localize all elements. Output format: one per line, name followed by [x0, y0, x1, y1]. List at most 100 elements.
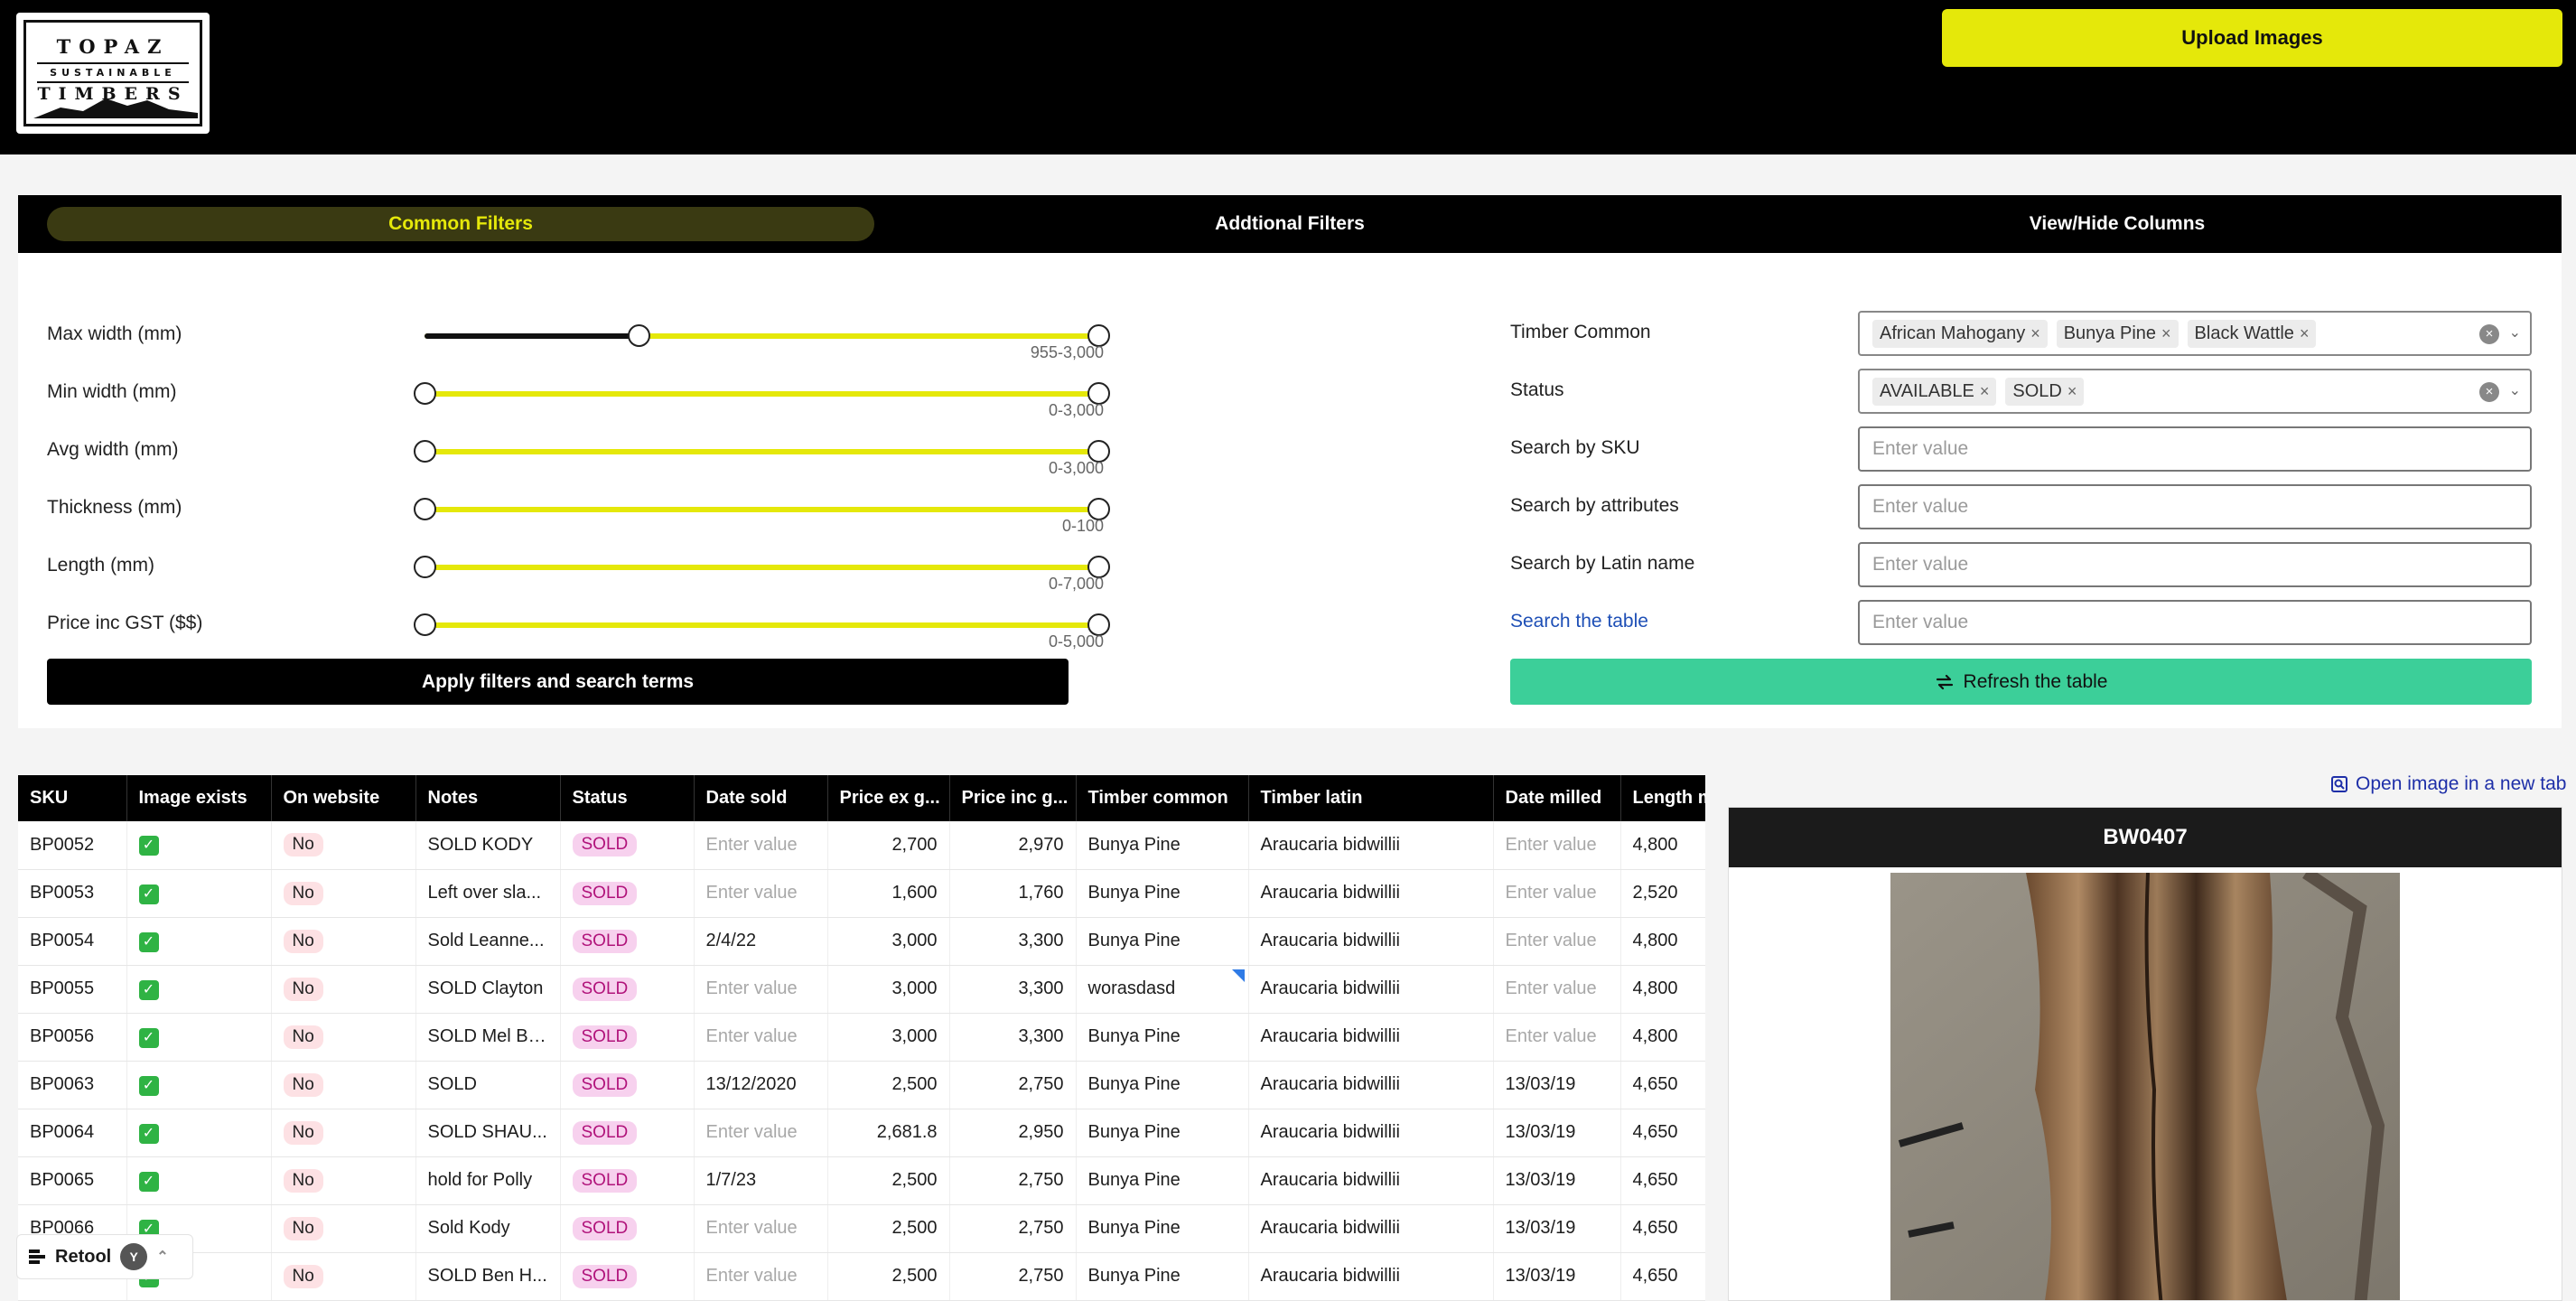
table-row[interactable]: ✓NoSOLD Ben H...SOLDEnter value2,5002,75… [18, 1252, 1705, 1301]
cell-date-milled[interactable]: 13/03/19 [1493, 1061, 1621, 1109]
cell-date-sold[interactable]: Enter value [694, 1204, 828, 1253]
cell-timber-latin[interactable]: Araucaria bidwillii [1248, 1109, 1494, 1157]
column-header[interactable]: Timber latin [1248, 775, 1494, 821]
cell-sku[interactable]: BP0055 [18, 965, 127, 1014]
cell-length[interactable]: 4,650 [1620, 1109, 1705, 1157]
chip-remove-icon[interactable]: × [2030, 324, 2040, 343]
cell-date-sold[interactable]: Enter value [694, 1109, 828, 1157]
cell-date-sold[interactable]: Enter value [694, 965, 828, 1014]
cell-date-sold[interactable]: Enter value [694, 1013, 828, 1062]
column-header[interactable]: On website [271, 775, 416, 821]
cell-timber-common[interactable]: Bunya Pine [1076, 917, 1249, 966]
attributes-search-input[interactable] [1872, 496, 2530, 518]
cell-length[interactable]: 2,520 [1620, 869, 1705, 918]
cell-notes[interactable]: SOLD KODY [415, 821, 561, 870]
cell-length[interactable]: 4,800 [1620, 1013, 1705, 1062]
cell-price-ex[interactable]: 1,600 [827, 869, 950, 918]
slider-min-handle[interactable] [414, 613, 436, 636]
cell-notes[interactable]: SOLD SHAU... [415, 1109, 561, 1157]
cell-sku[interactable]: BP0053 [18, 869, 127, 918]
cell-timber-common[interactable]: worasdasd [1076, 965, 1249, 1014]
slider-min-handle[interactable] [414, 382, 436, 405]
cell-notes[interactable]: hold for Polly [415, 1156, 561, 1205]
sku-search-input[interactable] [1872, 438, 2530, 460]
cell-timber-latin[interactable]: Araucaria bidwillii [1248, 869, 1494, 918]
cell-price-ex[interactable]: 2,500 [827, 1156, 950, 1205]
cell-price-inc[interactable]: 1,760 [949, 869, 1077, 918]
table-search-input[interactable] [1872, 612, 2530, 633]
cell-price-inc[interactable]: 3,300 [949, 1013, 1077, 1062]
cell-date-milled[interactable]: Enter value [1493, 821, 1621, 870]
cell-price-ex[interactable]: 3,000 [827, 965, 950, 1014]
cell-price-inc[interactable]: 2,750 [949, 1061, 1077, 1109]
cell-notes[interactable]: SOLD [415, 1061, 561, 1109]
cell-price-ex[interactable]: 3,000 [827, 1013, 950, 1062]
table-row[interactable]: BP0055 ✓ No SOLD Clayton SOLD Enter value 3,00… [18, 965, 1705, 1014]
cell-price-inc[interactable]: 3,300 [949, 917, 1077, 966]
chip-remove-icon[interactable]: × [2300, 324, 2310, 343]
cell-sku[interactable]: BP0063 [18, 1061, 127, 1109]
cell-date-milled[interactable]: Enter value [1493, 965, 1621, 1014]
cell-timber-latin[interactable]: Araucaria bidwillii [1248, 1061, 1494, 1109]
slider-min-handle[interactable] [414, 498, 436, 520]
cell-notes[interactable]: SOLD Mel Br... [415, 1013, 561, 1062]
cell-timber-common[interactable]: Bunya Pine [1076, 1109, 1249, 1157]
cell-timber-common[interactable]: Bunya Pine [1076, 1013, 1249, 1062]
cell-timber-latin[interactable]: Araucaria bidwillii [1248, 1252, 1494, 1301]
slider-track[interactable] [414, 382, 1110, 405]
clear-icon[interactable]: × [2479, 382, 2499, 402]
cell-timber-latin[interactable]: Araucaria bidwillii [1248, 1156, 1494, 1205]
cell-timber-common[interactable]: Bunya Pine [1076, 1252, 1249, 1301]
cell-timber-common[interactable]: Bunya Pine [1076, 869, 1249, 918]
cell-date-sold[interactable]: 2/4/22 [694, 917, 828, 966]
cell-notes[interactable]: SOLD Clayton [415, 965, 561, 1014]
chip-remove-icon[interactable]: × [2161, 324, 2171, 343]
cell-date-sold[interactable]: Enter value [694, 821, 828, 870]
cell-sku[interactable]: BP0056 [18, 1013, 127, 1062]
chip-remove-icon[interactable]: × [1980, 382, 1990, 401]
cell-price-inc[interactable]: 2,970 [949, 821, 1077, 870]
timber-common-multiselect[interactable]: African Mahogany × Bunya Pine × Black Watt… [1858, 311, 2532, 356]
cell-length[interactable]: 4,650 [1620, 1061, 1705, 1109]
cell-price-inc[interactable]: 2,750 [949, 1204, 1077, 1253]
cell-sku[interactable]: BP0052 [18, 821, 127, 870]
user-avatar[interactable]: Y [120, 1243, 148, 1270]
cell-length[interactable]: 4,650 [1620, 1156, 1705, 1205]
column-header[interactable]: Date sold [694, 775, 828, 821]
tab-common-filters[interactable]: Common Filters [47, 207, 874, 241]
latin-search-input[interactable] [1872, 554, 2530, 576]
cell-timber-common[interactable]: Bunya Pine [1076, 1061, 1249, 1109]
column-header[interactable]: Timber common [1076, 775, 1249, 821]
cell-price-inc[interactable]: 3,300 [949, 965, 1077, 1014]
cell-timber-common[interactable]: Bunya Pine [1076, 821, 1249, 870]
table-row[interactable]: BP0054 ✓ No Sold Leanne... SOLD 2/4/22 3,000 3,… [18, 917, 1705, 966]
status-multiselect[interactable]: AVAILABLE × SOLD × × ⌄ [1858, 369, 2532, 414]
cell-length[interactable]: 4,800 [1620, 965, 1705, 1014]
slider-min-handle[interactable] [414, 440, 436, 463]
refresh-table-button[interactable]: Refresh the table [1510, 659, 2532, 705]
slider-track[interactable] [414, 498, 1110, 520]
caret-up-icon[interactable]: ⌃ [156, 1248, 168, 1266]
cell-date-milled[interactable]: Enter value [1493, 869, 1621, 918]
cell-sku[interactable]: BP0064 [18, 1109, 127, 1157]
table-row[interactable]: BP0052 ✓ No SOLD KODY SOLD Enter value 2,700 2,… [18, 821, 1705, 870]
cell-length[interactable]: 4,650 [1620, 1252, 1705, 1301]
cell-date-milled[interactable]: 13/03/19 [1493, 1204, 1621, 1253]
cell-date-milled[interactable]: 13/03/19 [1493, 1109, 1621, 1157]
column-header[interactable]: Date milled [1493, 775, 1621, 821]
cell-price-inc[interactable]: 2,750 [949, 1156, 1077, 1205]
clear-icon[interactable]: × [2479, 324, 2499, 344]
slider-track[interactable] [414, 440, 1110, 463]
cell-price-ex[interactable]: 2,700 [827, 821, 950, 870]
table-row[interactable]: BP0065 ✓ No hold for Polly SOLD 1/7/23 2,500 2,… [18, 1156, 1705, 1205]
column-header[interactable]: Price ex g... [827, 775, 950, 821]
table-row[interactable]: BP0064 ✓ No SOLD SHAU... SOLD Enter value 2,68… [18, 1109, 1705, 1157]
cell-length[interactable]: 4,800 [1620, 821, 1705, 870]
cell-notes[interactable]: SOLD Ben H... [415, 1252, 561, 1301]
cell-sku[interactable]: BP0054 [18, 917, 127, 966]
column-header[interactable]: Image exists [126, 775, 272, 821]
table-row[interactable]: BP0066 ✓ No Sold Kody SOLD Enter value 2,500 2,… [18, 1204, 1705, 1253]
cell-timber-latin[interactable]: Araucaria bidwillii [1248, 821, 1494, 870]
cell-notes[interactable]: Sold Kody [415, 1204, 561, 1253]
chevron-down-icon[interactable]: ⌄ [2509, 323, 2521, 342]
